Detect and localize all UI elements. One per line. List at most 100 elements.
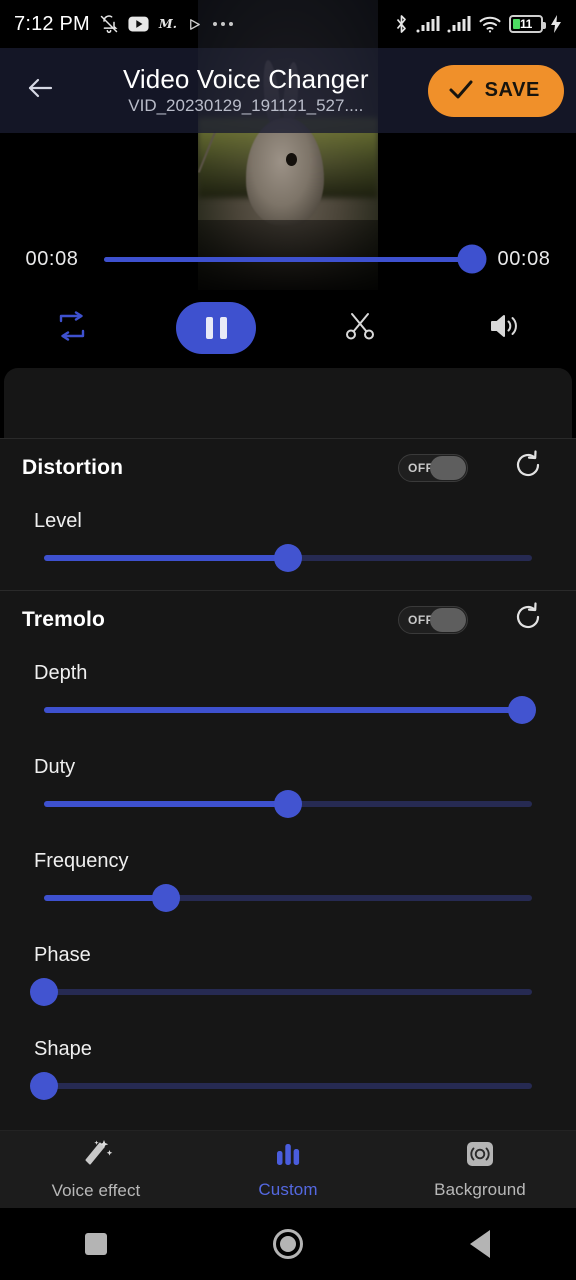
page-title: Video Voice Changer <box>123 65 369 94</box>
recents-button[interactable] <box>0 1208 192 1280</box>
effect-section: TremoloOFF Depth Duty Frequency Phase Shape <box>0 590 576 1118</box>
speaker-icon <box>488 312 520 345</box>
square-recents-icon <box>85 1233 107 1255</box>
seek-thumb[interactable] <box>458 245 487 274</box>
volume-button[interactable] <box>432 312 576 345</box>
seek-slider[interactable] <box>104 244 472 274</box>
parameter-slider-thumb[interactable] <box>30 978 58 1006</box>
parameter-slider-track <box>44 707 532 713</box>
parameter-label: Duty <box>0 746 576 782</box>
parameter-slider-fill <box>44 801 288 807</box>
player-seek-row: 00:08 00:08 <box>0 228 576 290</box>
rabbit-eye <box>286 153 297 166</box>
effect-toggle[interactable]: OFF <box>398 454 468 482</box>
save-button[interactable]: SAVE <box>428 65 564 117</box>
effect-name: Distortion <box>22 456 398 480</box>
parameter-slider[interactable] <box>44 970 532 1014</box>
effect-name: Tremolo <box>22 608 398 632</box>
parameter-slider[interactable] <box>44 688 532 732</box>
signal-sim2-icon <box>447 15 471 33</box>
music-icon: M. <box>158 15 178 33</box>
effect-parameter: Level <box>0 496 576 590</box>
bottom-navigation: Voice effect Custom Background <box>0 1130 576 1208</box>
parameter-slider-track <box>44 801 532 807</box>
effect-parameter: Frequency <box>0 836 576 930</box>
parameter-label: Level <box>0 500 576 536</box>
equalizer-icon <box>272 1139 304 1174</box>
android-navigation-bar <box>0 1208 576 1280</box>
parameter-label: Phase <box>0 934 576 970</box>
parameter-slider-thumb[interactable] <box>508 696 536 724</box>
effect-toggle[interactable]: OFF <box>398 606 468 634</box>
parameter-slider-track <box>44 555 532 561</box>
bottom-nav-label: Voice effect <box>52 1181 141 1201</box>
save-button-label: SAVE <box>485 79 540 102</box>
pause-icon-bar-right <box>220 317 227 339</box>
parameter-slider[interactable] <box>44 876 532 920</box>
status-bar-right: 11 <box>394 14 562 34</box>
pause-button[interactable] <box>176 302 256 354</box>
loop-button[interactable] <box>0 311 144 346</box>
scissors-icon <box>344 310 376 347</box>
effects-list[interactable]: DistortionOFFLevelTremoloOFFDepthDutyFre… <box>0 438 576 1138</box>
check-icon <box>448 78 474 103</box>
home-button[interactable] <box>192 1208 384 1280</box>
back-nav-button[interactable] <box>384 1208 576 1280</box>
reset-button[interactable] <box>508 448 548 488</box>
background-audio-icon <box>464 1139 496 1174</box>
effect-parameter: Duty <box>0 742 576 836</box>
parameter-slider-thumb[interactable] <box>152 884 180 912</box>
magic-wand-icon <box>79 1138 113 1175</box>
battery-icon: 11 <box>509 15 543 33</box>
header-title-block: Video Voice Changer VID_20230129_191121_… <box>68 65 428 116</box>
back-arrow-icon <box>25 75 55 106</box>
pause-icon-bar-left <box>206 317 213 339</box>
loop-icon <box>55 311 89 346</box>
parameter-slider[interactable] <box>44 1064 532 1108</box>
parameter-slider-track <box>44 989 532 995</box>
parameter-label: Depth <box>0 652 576 688</box>
effect-header: TremoloOFF <box>0 590 576 648</box>
signal-sim1-icon <box>416 15 440 33</box>
circle-home-icon <box>273 1229 303 1259</box>
bottom-nav-item-voice-effect[interactable]: Voice effect <box>0 1131 192 1208</box>
total-time-label: 00:08 <box>472 248 576 271</box>
cut-button[interactable] <box>288 310 432 347</box>
notifications-off-icon <box>99 14 119 34</box>
bottom-nav-label: Background <box>434 1180 526 1200</box>
effect-toggle-knob <box>430 456 466 480</box>
effect-toggle-knob <box>430 608 466 632</box>
reset-icon <box>512 449 544 486</box>
bottom-nav-item-background[interactable]: Background <box>384 1131 576 1208</box>
parameter-slider[interactable] <box>44 782 532 826</box>
play-pause-slot <box>144 302 288 354</box>
effects-panel-top <box>4 368 572 446</box>
status-time: 7:12 PM <box>14 13 90 36</box>
seek-track <box>104 257 472 262</box>
parameter-slider-thumb[interactable] <box>274 790 302 818</box>
app-header: Video Voice Changer VID_20230129_191121_… <box>0 48 576 133</box>
current-time-label: 00:08 <box>0 248 104 271</box>
battery-percent: 11 <box>511 17 541 31</box>
effect-parameter: Phase <box>0 930 576 1024</box>
wifi-icon <box>478 15 502 33</box>
parameter-label: Frequency <box>0 840 576 876</box>
effect-section: DistortionOFF Level <box>0 438 576 590</box>
parameter-slider[interactable] <box>44 536 532 580</box>
parameter-slider-thumb[interactable] <box>30 1072 58 1100</box>
status-bar-left: 7:12 PM M. <box>14 13 235 36</box>
reset-icon <box>512 601 544 638</box>
parameter-slider-track <box>44 895 532 901</box>
status-bar: 7:12 PM M. <box>0 0 576 48</box>
youtube-icon <box>128 16 149 32</box>
transport-controls <box>0 292 576 364</box>
triangle-back-icon <box>470 1230 490 1258</box>
parameter-slider-thumb[interactable] <box>274 544 302 572</box>
parameter-slider-fill <box>44 707 522 713</box>
charging-icon <box>550 14 562 34</box>
bottom-nav-item-custom[interactable]: Custom <box>192 1131 384 1208</box>
effect-parameter: Depth <box>0 648 576 742</box>
effect-parameter: Shape <box>0 1024 576 1118</box>
reset-button[interactable] <box>508 600 548 640</box>
back-button[interactable] <box>12 63 68 119</box>
